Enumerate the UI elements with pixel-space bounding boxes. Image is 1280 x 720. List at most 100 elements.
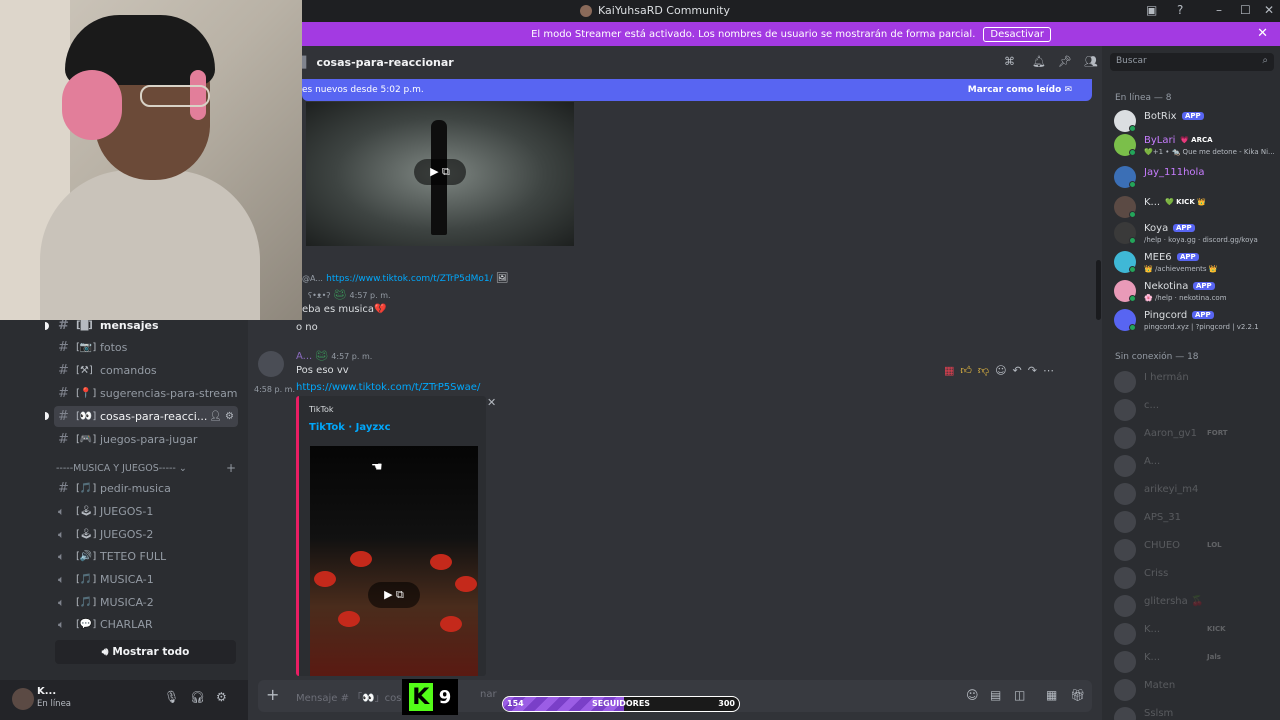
member-offline[interactable]: Maten	[1114, 677, 1274, 703]
member-online[interactable]: ByLari 💗 ARCA 💚+1 • 🐀 Que me detone - Kika…	[1114, 132, 1274, 158]
create-channel-icon[interactable]: +	[226, 461, 236, 475]
avatar[interactable]	[258, 351, 284, 377]
emoji-icon[interactable]: ☺	[966, 688, 979, 702]
thumbs-down-icon[interactable]: 👎︎	[978, 364, 989, 377]
forward-icon[interactable]: ↷	[1028, 364, 1037, 377]
members-toggle-icon[interactable]: 👥︎	[1084, 55, 1098, 68]
speaker-icon: 🔊︎	[101, 645, 109, 658]
microphone-icon[interactable]: 🎙︎	[164, 690, 179, 704]
member-offline[interactable]: Aaron_gv1 FORT	[1114, 425, 1274, 451]
show-all-button[interactable]: 🔊︎ Mostrar todo	[55, 640, 236, 664]
channel-pedir-musica[interactable]: # [🎵] pedir-musica	[54, 478, 238, 499]
channel-sugerencias[interactable]: # [📍] sugerencias-para-stream	[54, 383, 238, 404]
channel-comandos[interactable]: # [⚒] comandos	[54, 360, 238, 381]
embed-video-thumbnail[interactable]: ▶ ⧉	[310, 446, 478, 676]
online-status-icon	[1129, 237, 1136, 244]
user-settings-icon[interactable]: ⚙	[216, 690, 227, 704]
channel-name: comandos	[100, 364, 157, 377]
maximize-icon[interactable]: ☐	[1240, 3, 1251, 17]
member-online[interactable]: Koya APP/help · koya.gg · discord.gg/koya	[1114, 220, 1274, 246]
category-header[interactable]: -----MUSICA Y JUEGOS----- ⌄	[56, 463, 187, 474]
bell-icon[interactable]: 🔔︎	[1032, 55, 1046, 68]
channel-juegos-para-jugar[interactable]: # [🎮] juegos-para-jugar	[54, 429, 238, 450]
member-offline[interactable]: A...	[1114, 453, 1274, 479]
headphones-icon[interactable]: 🎧︎	[190, 690, 205, 704]
voice-channel-juegos-1[interactable]: 🔈︎ [🕹] JUEGOS-1	[54, 501, 238, 522]
reaction-icon[interactable]: ▦	[944, 364, 954, 377]
reply-preview[interactable]: @A... https://www.tiktok.com/t/ZTrP5dMo1…	[302, 273, 509, 284]
webcam-overlay	[0, 0, 302, 320]
channel-name: TETEO FULL	[100, 550, 167, 563]
reply-icon[interactable]: ↶	[1013, 364, 1022, 377]
threads-icon[interactable]: ⌘	[1004, 55, 1015, 68]
more-options-icon[interactable]: ⋯	[1043, 364, 1054, 377]
member-badge: KICK	[1207, 625, 1226, 633]
inbox-icon[interactable]: ▣	[1146, 3, 1157, 17]
close-banner-icon[interactable]: ✕	[1257, 26, 1268, 41]
member-offline[interactable]: Criss	[1114, 565, 1274, 591]
avatar	[1114, 679, 1136, 701]
member-offline[interactable]: K... KICK	[1114, 621, 1274, 647]
member-online[interactable]: K... 💚 KICK 👑	[1114, 194, 1274, 220]
member-name: Nekotina	[1144, 281, 1189, 292]
member-offline[interactable]: Sslsm	[1114, 705, 1274, 720]
reply-link[interactable]: https://www.tiktok.com/t/ZTrP5dMo1/	[326, 274, 492, 284]
user-name[interactable]: K...	[37, 686, 56, 697]
close-window-icon[interactable]: ✕	[1264, 3, 1274, 17]
sticker-icon[interactable]: ◫	[1014, 688, 1025, 702]
hash-icon: #	[58, 481, 69, 496]
avatar[interactable]	[12, 688, 34, 710]
help-icon[interactable]: ?	[1177, 3, 1183, 17]
voice-channel-musica-1[interactable]: 🔈︎ [🎵] MUSICA-1	[54, 569, 238, 590]
search-input[interactable]: Buscar ⌕	[1110, 53, 1274, 71]
message-link[interactable]: https://www.tiktok.com/t/ZTrP5Swae/	[296, 382, 480, 393]
member-name: CHUEO	[1144, 540, 1181, 551]
avatar	[1114, 371, 1136, 393]
channel-cosas-para-reaccionar[interactable]: # [👀] cosas-para-reacci... 👤︎ ⚙	[54, 406, 238, 427]
apps-icon[interactable]: ▦	[1046, 688, 1057, 702]
voice-channel-teteo-full[interactable]: 🔈︎ [🔊] TETEO FULL	[54, 546, 238, 567]
voice-channel-charlar[interactable]: 🔈︎ [💬] CHARLAR	[54, 614, 238, 635]
channel-settings-icon[interactable]: 👤︎ ⚙	[209, 411, 234, 422]
pin-icon[interactable]: 📌︎	[1058, 55, 1072, 68]
channel-fotos[interactable]: # [📷] fotos	[54, 337, 238, 358]
member-offline[interactable]: I hermán	[1114, 369, 1274, 395]
member-offline[interactable]: CHUEO LOL	[1114, 537, 1274, 563]
member-online[interactable]: Jay_111hola	[1114, 164, 1274, 190]
member-offline[interactable]: APS_31	[1114, 509, 1274, 535]
voice-channel-musica-2[interactable]: 🔈︎ [🎵] MUSICA-2	[54, 592, 238, 613]
chat-scrollbar[interactable]	[1096, 260, 1101, 320]
member-offline[interactable]: K... Jals	[1114, 649, 1274, 675]
remove-embed-icon[interactable]: ✕	[487, 396, 496, 409]
disable-streamer-button[interactable]: Desactivar	[983, 26, 1051, 42]
mark-read-button[interactable]: Marcar como leído ✉	[968, 85, 1072, 95]
member-online[interactable]: Nekotina APP 🌸 /help · nekotina.com	[1114, 278, 1274, 304]
member-offline[interactable]: arikeyi_m4	[1114, 481, 1274, 507]
gif-icon[interactable]: ▤	[990, 688, 1001, 702]
speaker-icon: 🔈︎	[58, 504, 65, 518]
new-messages-bar[interactable]: es nuevos desde 5:02 p.m. Marcar como le…	[302, 79, 1092, 101]
video-embed-1[interactable]: ▶ ⧉	[306, 102, 574, 246]
member-online[interactable]: BotRix APP	[1114, 108, 1274, 134]
add-reaction-icon[interactable]: ☺	[995, 364, 1006, 377]
member-offline[interactable]: c...	[1114, 397, 1274, 423]
member-online[interactable]: Pingcord APP pingcord.xyz | ?pingcord | v2…	[1114, 307, 1274, 333]
voice-channel-juegos-2[interactable]: 🔈︎ [🕹] JUEGOS-2	[54, 524, 238, 545]
avatar	[1114, 511, 1136, 533]
play-icon[interactable]: ▶ ⧉	[368, 582, 420, 608]
thumbs-up-icon[interactable]: 👍︎	[960, 364, 972, 377]
gift-icon[interactable]: 🎁︎	[1070, 688, 1085, 702]
message-1-header: ʕ•ᴥ•ʔ 🐸︎ 4:57 p. m.	[308, 290, 391, 301]
thread-icon: ▌	[302, 55, 311, 69]
member-activity: 💚+1 • 🐀 Que me detone - Kika Ni...	[1144, 148, 1274, 156]
member-online[interactable]: MEE6 APP 👑 /achievements 👑	[1114, 249, 1274, 275]
attach-plus-icon[interactable]: +	[266, 685, 279, 704]
member-offline[interactable]: glitersha 🍒	[1114, 593, 1274, 619]
member-name: ByLari	[1144, 135, 1176, 146]
message-author[interactable]: A...	[296, 351, 312, 362]
member-badge: APP	[1192, 311, 1214, 319]
minimize-icon[interactable]: –	[1216, 3, 1222, 17]
member-badge: APP	[1173, 224, 1195, 232]
play-icon[interactable]: ▶ ⧉	[414, 159, 466, 185]
embed-title[interactable]: TikTok · Jayzxc	[309, 422, 391, 433]
